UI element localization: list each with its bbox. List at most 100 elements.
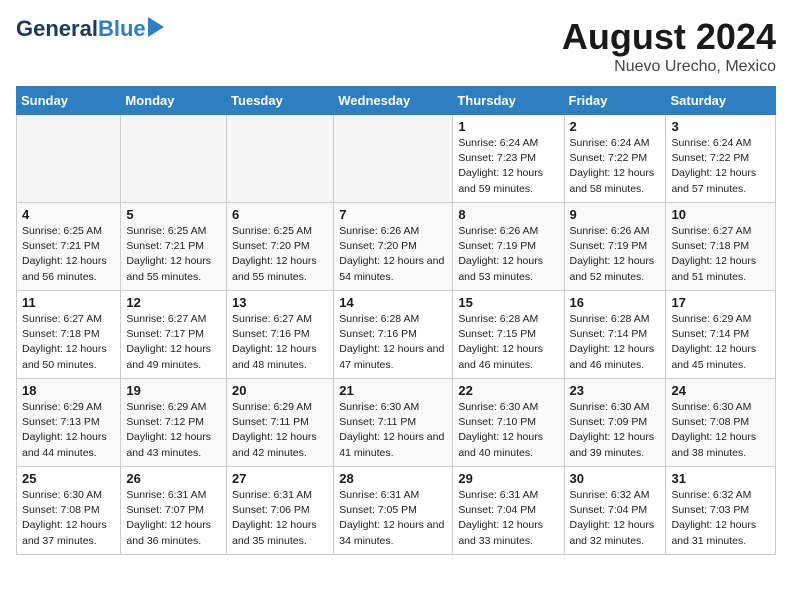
calendar-cell	[121, 115, 227, 203]
day-number: 20	[232, 383, 328, 398]
calendar-cell	[227, 115, 334, 203]
calendar-cell: 16 Sunrise: 6:28 AMSunset: 7:14 PMDayligh…	[564, 291, 666, 379]
day-info: Sunrise: 6:30 AMSunset: 7:08 PMDaylight:…	[22, 488, 115, 549]
day-number: 19	[126, 383, 221, 398]
calendar-cell: 28 Sunrise: 6:31 AMSunset: 7:05 PMDayligh…	[334, 467, 453, 555]
logo-arrow-icon	[148, 17, 164, 37]
day-number: 15	[458, 295, 558, 310]
day-number: 14	[339, 295, 447, 310]
day-number: 13	[232, 295, 328, 310]
day-number: 5	[126, 207, 221, 222]
logo: General Blue	[16, 16, 164, 42]
calendar-cell: 2 Sunrise: 6:24 AMSunset: 7:22 PMDaylight…	[564, 115, 666, 203]
day-number: 6	[232, 207, 328, 222]
day-number: 16	[570, 295, 661, 310]
day-info: Sunrise: 6:25 AMSunset: 7:21 PMDaylight:…	[22, 224, 115, 285]
day-info: Sunrise: 6:24 AMSunset: 7:22 PMDaylight:…	[570, 136, 661, 197]
day-info: Sunrise: 6:31 AMSunset: 7:04 PMDaylight:…	[458, 488, 558, 549]
calendar-cell: 3 Sunrise: 6:24 AMSunset: 7:22 PMDaylight…	[666, 115, 776, 203]
title-area: August 2024 Nuevo Urecho, Mexico	[562, 16, 776, 76]
weekday-header-thursday: Thursday	[453, 87, 564, 115]
day-info: Sunrise: 6:32 AMSunset: 7:04 PMDaylight:…	[570, 488, 661, 549]
day-info: Sunrise: 6:29 AMSunset: 7:14 PMDaylight:…	[671, 312, 770, 373]
day-number: 24	[671, 383, 770, 398]
day-info: Sunrise: 6:28 AMSunset: 7:14 PMDaylight:…	[570, 312, 661, 373]
day-number: 26	[126, 471, 221, 486]
calendar-cell: 12Sunrise: 6:27 AMSunset: 7:17 PMDayligh…	[121, 291, 227, 379]
day-info: Sunrise: 6:32 AMSunset: 7:03 PMDaylight:…	[671, 488, 770, 549]
calendar-cell: 25Sunrise: 6:30 AMSunset: 7:08 PMDayligh…	[17, 467, 121, 555]
day-number: 1	[458, 119, 558, 134]
logo-general-text: General	[16, 16, 98, 42]
day-number: 7	[339, 207, 447, 222]
day-number: 21	[339, 383, 447, 398]
day-number: 11	[22, 295, 115, 310]
day-info: Sunrise: 6:31 AMSunset: 7:07 PMDaylight:…	[126, 488, 221, 549]
weekday-header-row: SundayMondayTuesdayWednesdayThursdayFrid…	[17, 87, 776, 115]
day-info: Sunrise: 6:26 AMSunset: 7:20 PMDaylight:…	[339, 224, 447, 285]
calendar-cell: 19 Sunrise: 6:29 AMSunset: 7:12 PMDayligh…	[121, 379, 227, 467]
day-number: 4	[22, 207, 115, 222]
day-info: Sunrise: 6:30 AMSunset: 7:09 PMDaylight:…	[570, 400, 661, 461]
calendar-cell: 4 Sunrise: 6:25 AMSunset: 7:21 PMDaylight…	[17, 203, 121, 291]
calendar-cell: 8Sunrise: 6:26 AMSunset: 7:19 PMDaylight…	[453, 203, 564, 291]
day-number: 29	[458, 471, 558, 486]
weekday-header-saturday: Saturday	[666, 87, 776, 115]
calendar-cell: 18 Sunrise: 6:29 AMSunset: 7:13 PMDayligh…	[17, 379, 121, 467]
day-number: 9	[570, 207, 661, 222]
day-number: 28	[339, 471, 447, 486]
calendar-cell: 9 Sunrise: 6:26 AMSunset: 7:19 PMDaylight…	[564, 203, 666, 291]
subtitle: Nuevo Urecho, Mexico	[562, 58, 776, 76]
calendar-cell: 27Sunrise: 6:31 AMSunset: 7:06 PMDayligh…	[227, 467, 334, 555]
weekday-header-tuesday: Tuesday	[227, 87, 334, 115]
weekday-header-sunday: Sunday	[17, 87, 121, 115]
weekday-header-monday: Monday	[121, 87, 227, 115]
day-info: Sunrise: 6:29 AMSunset: 7:12 PMDaylight:…	[126, 400, 221, 461]
calendar-cell: 30 Sunrise: 6:32 AMSunset: 7:04 PMDayligh…	[564, 467, 666, 555]
day-info: Sunrise: 6:27 AMSunset: 7:18 PMDaylight:…	[671, 224, 770, 285]
day-number: 31	[671, 471, 770, 486]
day-info: Sunrise: 6:30 AMSunset: 7:11 PMDaylight:…	[339, 400, 447, 461]
calendar-cell: 29 Sunrise: 6:31 AMSunset: 7:04 PMDayligh…	[453, 467, 564, 555]
calendar-cell: 24 Sunrise: 6:30 AMSunset: 7:08 PMDayligh…	[666, 379, 776, 467]
calendar-cell: 5 Sunrise: 6:25 AMSunset: 7:21 PMDaylight…	[121, 203, 227, 291]
day-info: Sunrise: 6:25 AMSunset: 7:20 PMDaylight:…	[232, 224, 328, 285]
calendar-cell: 14Sunrise: 6:28 AMSunset: 7:16 PMDayligh…	[334, 291, 453, 379]
day-info: Sunrise: 6:31 AMSunset: 7:05 PMDaylight:…	[339, 488, 447, 549]
calendar-cell: 11 Sunrise: 6:27 AMSunset: 7:18 PMDayligh…	[17, 291, 121, 379]
day-number: 27	[232, 471, 328, 486]
calendar-cell: 7 Sunrise: 6:26 AMSunset: 7:20 PMDaylight…	[334, 203, 453, 291]
day-number: 3	[671, 119, 770, 134]
calendar-cell: 6 Sunrise: 6:25 AMSunset: 7:20 PMDaylight…	[227, 203, 334, 291]
day-number: 17	[671, 295, 770, 310]
day-info: Sunrise: 6:28 AMSunset: 7:15 PMDaylight:…	[458, 312, 558, 373]
day-info: Sunrise: 6:26 AMSunset: 7:19 PMDaylight:…	[570, 224, 661, 285]
day-info: Sunrise: 6:29 AMSunset: 7:11 PMDaylight:…	[232, 400, 328, 461]
day-info: Sunrise: 6:29 AMSunset: 7:13 PMDaylight:…	[22, 400, 115, 461]
day-number: 2	[570, 119, 661, 134]
day-info: Sunrise: 6:30 AMSunset: 7:10 PMDaylight:…	[458, 400, 558, 461]
calendar-week-3: 11 Sunrise: 6:27 AMSunset: 7:18 PMDayligh…	[17, 291, 776, 379]
calendar-cell: 20 Sunrise: 6:29 AMSunset: 7:11 PMDayligh…	[227, 379, 334, 467]
main-title: August 2024	[562, 16, 776, 58]
calendar-cell	[334, 115, 453, 203]
day-number: 10	[671, 207, 770, 222]
day-number: 18	[22, 383, 115, 398]
day-info: Sunrise: 6:30 AMSunset: 7:08 PMDaylight:…	[671, 400, 770, 461]
calendar-cell: 22 Sunrise: 6:30 AMSunset: 7:10 PMDayligh…	[453, 379, 564, 467]
day-info: Sunrise: 6:25 AMSunset: 7:21 PMDaylight:…	[126, 224, 221, 285]
logo-blue-text: Blue	[98, 16, 146, 42]
calendar-cell: 21 Sunrise: 6:30 AMSunset: 7:11 PMDayligh…	[334, 379, 453, 467]
day-info: Sunrise: 6:24 AMSunset: 7:22 PMDaylight:…	[671, 136, 770, 197]
day-number: 22	[458, 383, 558, 398]
calendar-cell: 17 Sunrise: 6:29 AMSunset: 7:14 PMDayligh…	[666, 291, 776, 379]
calendar-week-2: 4 Sunrise: 6:25 AMSunset: 7:21 PMDaylight…	[17, 203, 776, 291]
calendar-cell: 10 Sunrise: 6:27 AMSunset: 7:18 PMDayligh…	[666, 203, 776, 291]
calendar-cell	[17, 115, 121, 203]
day-info: Sunrise: 6:27 AMSunset: 7:18 PMDaylight:…	[22, 312, 115, 373]
calendar-week-4: 18 Sunrise: 6:29 AMSunset: 7:13 PMDayligh…	[17, 379, 776, 467]
header: General Blue August 2024 Nuevo Urecho, M…	[16, 16, 776, 76]
day-number: 30	[570, 471, 661, 486]
day-number: 8	[458, 207, 558, 222]
calendar-week-1: 1Sunrise: 6:24 AMSunset: 7:23 PMDaylight…	[17, 115, 776, 203]
